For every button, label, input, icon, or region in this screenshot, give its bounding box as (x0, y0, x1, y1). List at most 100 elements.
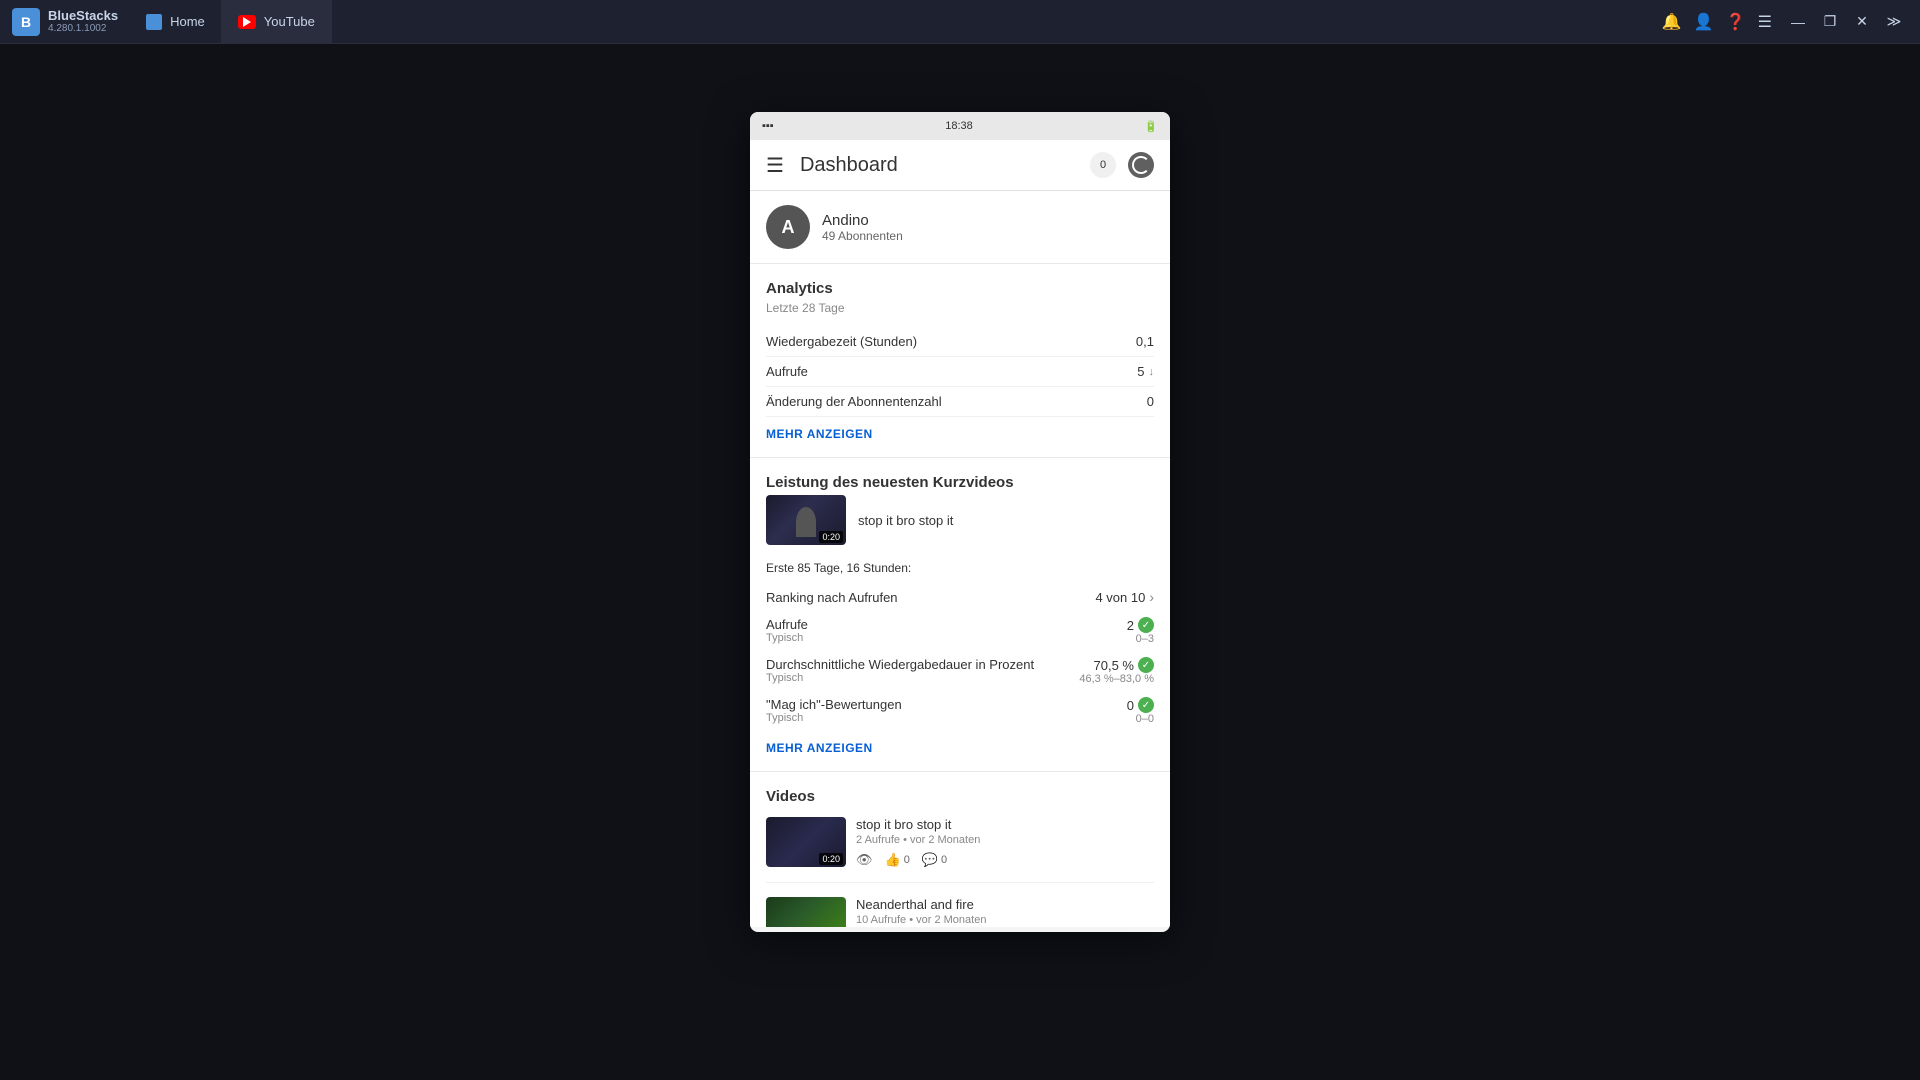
metric-likes-labels: "Mag ich"-Bewertungen Typisch (766, 697, 902, 724)
short-video-title: stop it bro stop it (858, 513, 953, 528)
video1-comments: 0 (941, 854, 947, 866)
video1-actions: 👁 👍 0 💬 0 (856, 852, 1154, 868)
metric-retention-values: 70,5 % ✓ 46,3 %–83,0 % (1079, 657, 1154, 685)
eye-icon: 👁 (856, 852, 873, 868)
video1-like-action[interactable]: 👍 0 (885, 852, 910, 868)
metric-retention-label: Durchschnittliche Wiedergabedauer in Pro… (766, 657, 1034, 672)
subs-change-label: Änderung der Abonnentenzahl (766, 394, 942, 409)
thumbs-up-icon: 👍 (885, 852, 901, 868)
dashboard-title: Dashboard (800, 154, 898, 177)
subs-change-value: 0 (1147, 394, 1154, 409)
status-time: 18:38 (945, 120, 973, 132)
metric-likes-row: "Mag ich"-Bewertungen Typisch 0 ✓ 0–0 (766, 691, 1154, 731)
status-right-icons: 🔋 (1144, 120, 1158, 133)
bluestacks-logo: B (12, 8, 40, 36)
header-left: ☰ Dashboard (766, 153, 898, 178)
short-video-section: Leistung des neuesten Kurzvideos 0:20 st… (750, 458, 1170, 772)
check-icon-views: ✓ (1138, 617, 1154, 633)
account-icon[interactable]: 👤 (1694, 12, 1714, 32)
short-video-mehr-anzeigen-button[interactable]: MEHR ANZEIGEN (766, 731, 1154, 763)
status-bar: ▪▪▪ 18:38 🔋 (750, 112, 1170, 140)
taskbar-tabs: Home YouTube (130, 0, 332, 43)
user-name: Andino (822, 212, 903, 229)
video1-comment-action[interactable]: 💬 0 (922, 852, 947, 868)
phone-frame: ▪▪▪ 18:38 🔋 ☰ Dashboard 0 A (750, 112, 1170, 932)
status-left-icons: ▪▪▪ (762, 120, 774, 132)
ranking-row[interactable]: Ranking nach Aufrufen 4 von 10 › (766, 583, 1154, 611)
comment-icon: 💬 (922, 852, 938, 868)
thumbnail-person (796, 507, 816, 537)
video2-info: Neanderthal and fire 10 Aufrufe • vor 2 … (856, 897, 1154, 927)
analytics-row-watchtime: Wiedergabezeit (Stunden) 0,1 (766, 327, 1154, 357)
restore-button[interactable]: ❐ (1816, 8, 1844, 36)
metric-likes-sublabel: Typisch (766, 712, 902, 724)
video1-likes: 0 (904, 854, 910, 866)
list-item[interactable]: 0:20 stop it bro stop it 2 Aufrufe • vor… (766, 817, 1154, 883)
sim-icon: ▪▪▪ (762, 120, 774, 132)
metric-likes-range: 0–0 (1127, 713, 1154, 725)
window-controls: — ❐ ✕ ≫ (1784, 8, 1908, 36)
ranking-label: Ranking nach Aufrufen (766, 590, 898, 605)
ranking-chevron-icon: › (1149, 589, 1154, 605)
brand-version: 4.280.1.1002 (48, 23, 118, 35)
help-icon[interactable]: ❓ (1726, 12, 1746, 32)
hamburger-menu-button[interactable]: ☰ (766, 153, 784, 178)
ranking-value: 4 von 10 › (1095, 589, 1154, 605)
video2-thumbnail (766, 897, 846, 927)
video2-title: Neanderthal and fire (856, 897, 1154, 912)
bluestacks-brand: B BlueStacks 4.280.1.1002 (0, 0, 130, 43)
tab-youtube-label: YouTube (264, 14, 315, 29)
metric-views-value: 2 ✓ (1127, 617, 1154, 633)
metric-views-labels: Aufrufe Typisch (766, 617, 808, 644)
short-video-duration: 0:20 (819, 531, 843, 543)
taskbar: B BlueStacks 4.280.1.1002 Home YouTube 🔔… (0, 0, 1920, 44)
video1-duration: 0:20 (819, 853, 843, 865)
metric-views-sublabel: Typisch (766, 632, 808, 644)
videos-section: Videos 0:20 stop it bro stop it 2 Aufruf… (750, 772, 1170, 927)
menu-icon[interactable]: ☰ (1758, 12, 1772, 32)
performance-period: Erste 85 Tage, 16 Stunden: (766, 557, 1154, 583)
thumbnail2-bg (766, 897, 846, 927)
settings-circle-button[interactable] (1128, 152, 1154, 178)
notification-badge[interactable]: 0 (1090, 152, 1116, 178)
short-video-thumbnail: 0:20 (766, 495, 846, 545)
list-item[interactable]: Neanderthal and fire 10 Aufrufe • vor 2 … (766, 897, 1154, 927)
video2-meta: 10 Aufrufe • vor 2 Monaten (856, 914, 1154, 926)
more-button[interactable]: ≫ (1880, 8, 1908, 36)
analytics-mehr-anzeigen-button[interactable]: MEHR ANZEIGEN (766, 417, 1154, 449)
views-value: 5 ↓ (1137, 364, 1154, 379)
tab-home-label: Home (170, 14, 205, 29)
check-icon-likes: ✓ (1138, 697, 1154, 713)
app-header: ☰ Dashboard 0 (750, 140, 1170, 191)
video1-title: stop it bro stop it (856, 817, 1154, 832)
avatar: A (766, 205, 810, 249)
metric-views-label: Aufrufe (766, 617, 808, 632)
avatar-letter: A (782, 217, 795, 238)
close-button[interactable]: ✕ (1848, 8, 1876, 36)
video1-thumbnail: 0:20 (766, 817, 846, 867)
battery-icon: 🔋 (1144, 120, 1158, 133)
metric-likes-values: 0 ✓ 0–0 (1127, 697, 1154, 725)
analytics-subtitle: Letzte 28 Tage (766, 301, 1154, 315)
notification-icon[interactable]: 🔔 (1662, 12, 1682, 32)
app-scrollable-content[interactable]: A Andino 49 Abonnenten Analytics Letzte … (750, 191, 1170, 927)
home-icon (146, 14, 162, 30)
metric-views-values: 2 ✓ 0–3 (1127, 617, 1154, 645)
video1-eye-action[interactable]: 👁 (856, 852, 873, 868)
metric-likes-value: 0 ✓ (1127, 697, 1154, 713)
video-thumb-row: 0:20 stop it bro stop it (766, 495, 1154, 545)
brand-name: BlueStacks (48, 8, 118, 24)
analytics-title: Analytics (766, 280, 1154, 297)
check-icon-retention: ✓ (1138, 657, 1154, 673)
tab-home[interactable]: Home (130, 0, 222, 43)
tab-youtube[interactable]: YouTube (222, 0, 332, 43)
main-area: ▪▪▪ 18:38 🔋 ☰ Dashboard 0 A (0, 44, 1920, 1080)
metric-retention-range: 46,3 %–83,0 % (1079, 673, 1154, 685)
analytics-row-views: Aufrufe 5 ↓ (766, 357, 1154, 387)
metric-likes-label: "Mag ich"-Bewertungen (766, 697, 902, 712)
metric-views-range: 0–3 (1127, 633, 1154, 645)
video1-meta: 2 Aufrufe • vor 2 Monaten (856, 834, 1154, 846)
analytics-section: Analytics Letzte 28 Tage Wiedergabezeit … (750, 264, 1170, 458)
minimize-button[interactable]: — (1784, 8, 1812, 36)
metric-views-row: Aufrufe Typisch 2 ✓ 0–3 (766, 611, 1154, 651)
